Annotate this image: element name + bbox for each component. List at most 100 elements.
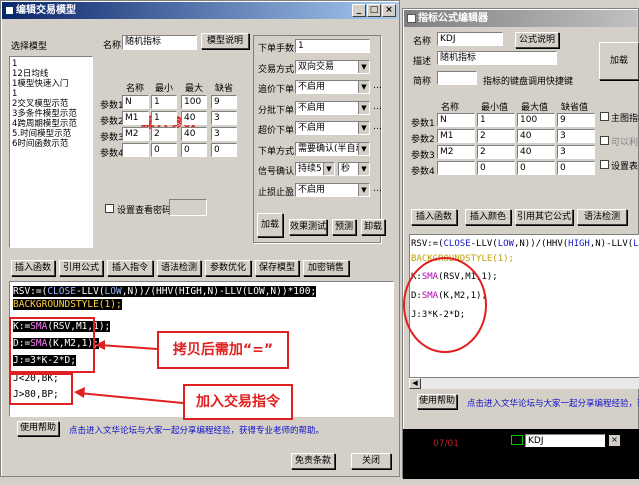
password-input[interactable] [169, 199, 207, 216]
copy-annotation: 拷贝后需加“=” [157, 331, 289, 369]
param-min-input[interactable]: 2 [151, 127, 177, 141]
model-list-item[interactable]: 6时间函数示范 [12, 139, 92, 149]
r-param-min-input[interactable]: 0 [477, 161, 515, 175]
short-input[interactable] [437, 71, 477, 85]
param-name-input[interactable]: N [122, 95, 149, 109]
close-dialog-button[interactable]: 关闭 [351, 453, 391, 469]
param-def-input[interactable]: 0 [211, 143, 237, 157]
can-use-checkbox[interactable] [600, 136, 609, 145]
r-help-button[interactable]: 使用帮助 [417, 394, 457, 409]
setting-select[interactable]: 持续5 ▼ [295, 162, 335, 176]
setting-label: 下单方式 [258, 146, 295, 157]
unload-button[interactable]: 卸载 [361, 219, 385, 235]
toolbar-3-button[interactable]: 语法检测 [157, 260, 201, 276]
seconds-select[interactable]: 秒 ▼ [338, 162, 370, 176]
model-list-item[interactable]: 2交叉模型示范 [12, 99, 92, 109]
r-param-def-input[interactable]: 9 [557, 113, 595, 127]
param-max-input[interactable]: 40 [181, 111, 207, 125]
param-name-input[interactable]: M1 [122, 111, 149, 125]
r-name-input[interactable]: KDJ [437, 32, 503, 46]
r-param-max-input[interactable]: 100 [517, 113, 555, 127]
setting-select[interactable]: 不启用 ▼ [295, 100, 370, 115]
toolbar-0-button[interactable]: 插入函数 [11, 260, 55, 276]
toolbar-4-button[interactable]: 参数优化 [205, 260, 251, 276]
param-name-input[interactable] [122, 143, 149, 157]
model-desc-button[interactable]: 模型说明 [201, 33, 249, 49]
r-code-line-1: RSV:=(CLOSE-LLV(LOW,N))/(HHV(HIGH,N)-LLV… [411, 239, 639, 249]
disclaimer-button[interactable]: 免责条款 [291, 453, 335, 469]
lots-input[interactable]: 1 [295, 39, 370, 53]
param-def-input[interactable]: 3 [211, 127, 237, 141]
model-list-item[interactable]: 12日均线 [12, 69, 92, 79]
toolbar-6-button[interactable]: 加密销售 [303, 260, 349, 276]
model-list-item[interactable]: 1 [12, 59, 92, 69]
r-param-min-input[interactable]: 1 [477, 113, 515, 127]
model-list[interactable]: 1 12日均线 1模型快速入门 1 2交叉模型示范 3多条件模型示范 4跨周期模型示范 5.时… [9, 56, 93, 248]
r-param-header: 最大值 [521, 103, 549, 113]
r-param-max-input[interactable]: 40 [517, 145, 555, 159]
help-link[interactable]: 点击进入文华论坛与大家一起分享编程经验，获得专业老师的帮助。 [69, 424, 324, 436]
r-param-def-input[interactable]: 0 [557, 161, 595, 175]
more-options-icon[interactable]: … [373, 122, 382, 132]
param-max-input[interactable]: 40 [181, 127, 207, 141]
param-def-input[interactable]: 9 [211, 95, 237, 109]
r-param-name-input[interactable]: N [437, 113, 475, 127]
main-chart-label: 主图指标 [611, 114, 639, 124]
model-name-input[interactable]: 随机指标 [122, 35, 197, 50]
param-min-input[interactable]: 0 [151, 143, 177, 157]
setting-select[interactable]: 不启用 ▼ [295, 80, 370, 94]
help-button[interactable]: 使用帮助 [17, 421, 59, 436]
toolbar-5-button[interactable]: 保存模型 [255, 260, 299, 276]
desc-input[interactable]: 随机指标 [437, 51, 557, 65]
formula-desc-button[interactable]: 公式说明 [515, 32, 559, 48]
setting-select[interactable]: 双向交易 ▼ [295, 59, 370, 74]
param-max-input[interactable]: 0 [181, 143, 207, 157]
model-list-item[interactable]: 1模型快速入门 [12, 79, 92, 89]
right-window-title: 指标公式编辑器 [418, 13, 488, 24]
close-button[interactable]: × [382, 4, 396, 17]
set-table-checkbox[interactable] [600, 160, 609, 169]
r-toolbar-3-button[interactable]: 语法检测 [577, 209, 627, 225]
status-close-icon[interactable]: × [609, 435, 620, 446]
more-options-icon[interactable]: … [373, 102, 382, 112]
r-param-name-input[interactable]: M1 [437, 129, 475, 143]
model-list-item[interactable]: 3多条件模型示范 [12, 109, 92, 119]
param-min-input[interactable]: 1 [151, 95, 177, 109]
maximize-button[interactable]: □ [367, 4, 381, 17]
r-param-def-input[interactable]: 3 [557, 129, 595, 143]
toolbar-2-button[interactable]: 插入指令 [107, 260, 153, 276]
setting-select[interactable]: 不启用 ▼ [295, 121, 370, 135]
r-load-button[interactable]: 加载 [599, 42, 639, 80]
r-toolbar-1-button[interactable]: 插入颜色 [465, 209, 511, 225]
param-name-input[interactable]: M2 [122, 127, 149, 141]
r-param-max-input[interactable]: 0 [517, 161, 555, 175]
more-options-icon[interactable]: … [373, 184, 382, 194]
view-password-checkbox[interactable] [105, 204, 114, 213]
param-def-input[interactable]: 3 [211, 111, 237, 125]
param-min-input[interactable]: 1 [151, 111, 177, 125]
r-param-def-input[interactable]: 3 [557, 145, 595, 159]
r-hscrollbar[interactable]: ◀ [409, 377, 639, 389]
predict-button[interactable]: 预测 [332, 219, 356, 235]
model-list-item[interactable]: 5.时间模型示范 [12, 129, 92, 139]
effect-test-button[interactable]: 效果测试 [289, 219, 327, 235]
model-list-item[interactable]: 1 [12, 89, 92, 99]
r-param-name-input[interactable] [437, 161, 475, 175]
scroll-left-button[interactable]: ◀ [409, 378, 421, 389]
minimize-button[interactable]: _ [352, 4, 366, 17]
model-list-item[interactable]: 4跨周期模型示范 [12, 119, 92, 129]
r-param-min-input[interactable]: 2 [477, 145, 515, 159]
setting-select[interactable]: 需要确认(半自动) ▼ [295, 141, 370, 156]
r-param-name-input[interactable]: M2 [437, 145, 475, 159]
r-param-min-input[interactable]: 2 [477, 129, 515, 143]
param-max-input[interactable]: 100 [181, 95, 207, 109]
r-param-max-input[interactable]: 40 [517, 129, 555, 143]
toolbar-1-button[interactable]: 引用公式 [59, 260, 103, 276]
r-toolbar-0-button[interactable]: 插入函数 [411, 209, 457, 225]
r-help-link[interactable]: 点击进入文华论坛与大家一起分享编程经验，获得 [467, 397, 639, 409]
setting-select[interactable]: 不启用 ▼ [295, 182, 370, 197]
r-toolbar-2-button[interactable]: 引用其它公式 [515, 209, 573, 225]
main-chart-checkbox[interactable] [600, 112, 609, 121]
load-button[interactable]: 加载 [257, 213, 283, 237]
more-options-icon[interactable]: … [373, 81, 382, 91]
